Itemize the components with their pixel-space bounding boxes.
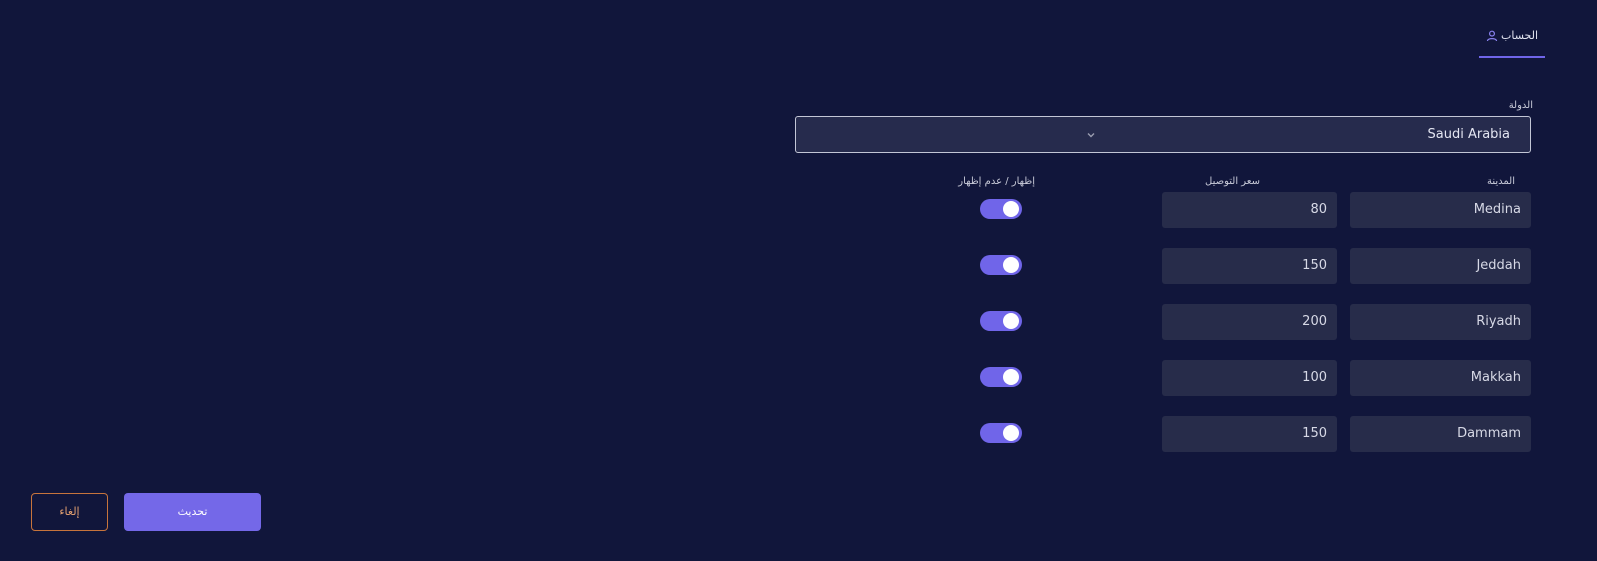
visibility-toggle[interactable] [980, 255, 1022, 275]
toggle-knob [1003, 201, 1019, 217]
toggle-knob [1003, 257, 1019, 273]
delivery-price-field[interactable]: 200 [1162, 304, 1337, 340]
country-select[interactable]: Saudi Arabia [795, 116, 1531, 153]
delivery-price-field[interactable]: 150 [1162, 416, 1337, 452]
city-row: Jeddah 150 [0, 248, 1597, 286]
visibility-toggle[interactable] [980, 423, 1022, 443]
city-row: Medina 80 [0, 192, 1597, 230]
toggle-knob [1003, 369, 1019, 385]
column-header-price: سعر التوصيل [1205, 176, 1260, 187]
delivery-price-field[interactable]: 80 [1162, 192, 1337, 228]
update-button[interactable]: تحديث [124, 493, 261, 531]
toggle-knob [1003, 313, 1019, 329]
tab-account-label: الحساب [1500, 29, 1539, 42]
city-field[interactable]: Makkah [1350, 360, 1531, 396]
city-field[interactable]: Riyadh [1350, 304, 1531, 340]
column-header-visibility: إظهار / عدم إظهار [958, 176, 1035, 187]
city-field[interactable]: Medina [1350, 192, 1531, 228]
delivery-price-field[interactable]: 100 [1162, 360, 1337, 396]
city-row: Dammam 150 [0, 416, 1597, 454]
city-row: Riyadh 200 [0, 304, 1597, 342]
delivery-price-field[interactable]: 150 [1162, 248, 1337, 284]
country-label: الدولة [1508, 100, 1533, 111]
toggle-knob [1003, 425, 1019, 441]
chevron-down-icon [1087, 133, 1095, 138]
city-row: Makkah 100 [0, 360, 1597, 398]
visibility-toggle[interactable] [980, 367, 1022, 387]
cancel-button[interactable]: إلغاء [31, 493, 108, 531]
column-header-city: المدينة [1486, 176, 1515, 187]
visibility-toggle[interactable] [980, 311, 1022, 331]
tab-account[interactable]: الحساب [1479, 26, 1545, 58]
visibility-toggle[interactable] [980, 199, 1022, 219]
city-field[interactable]: Jeddah [1350, 248, 1531, 284]
country-select-value: Saudi Arabia [1427, 127, 1511, 142]
user-icon [1486, 30, 1498, 42]
city-field[interactable]: Dammam [1350, 416, 1531, 452]
